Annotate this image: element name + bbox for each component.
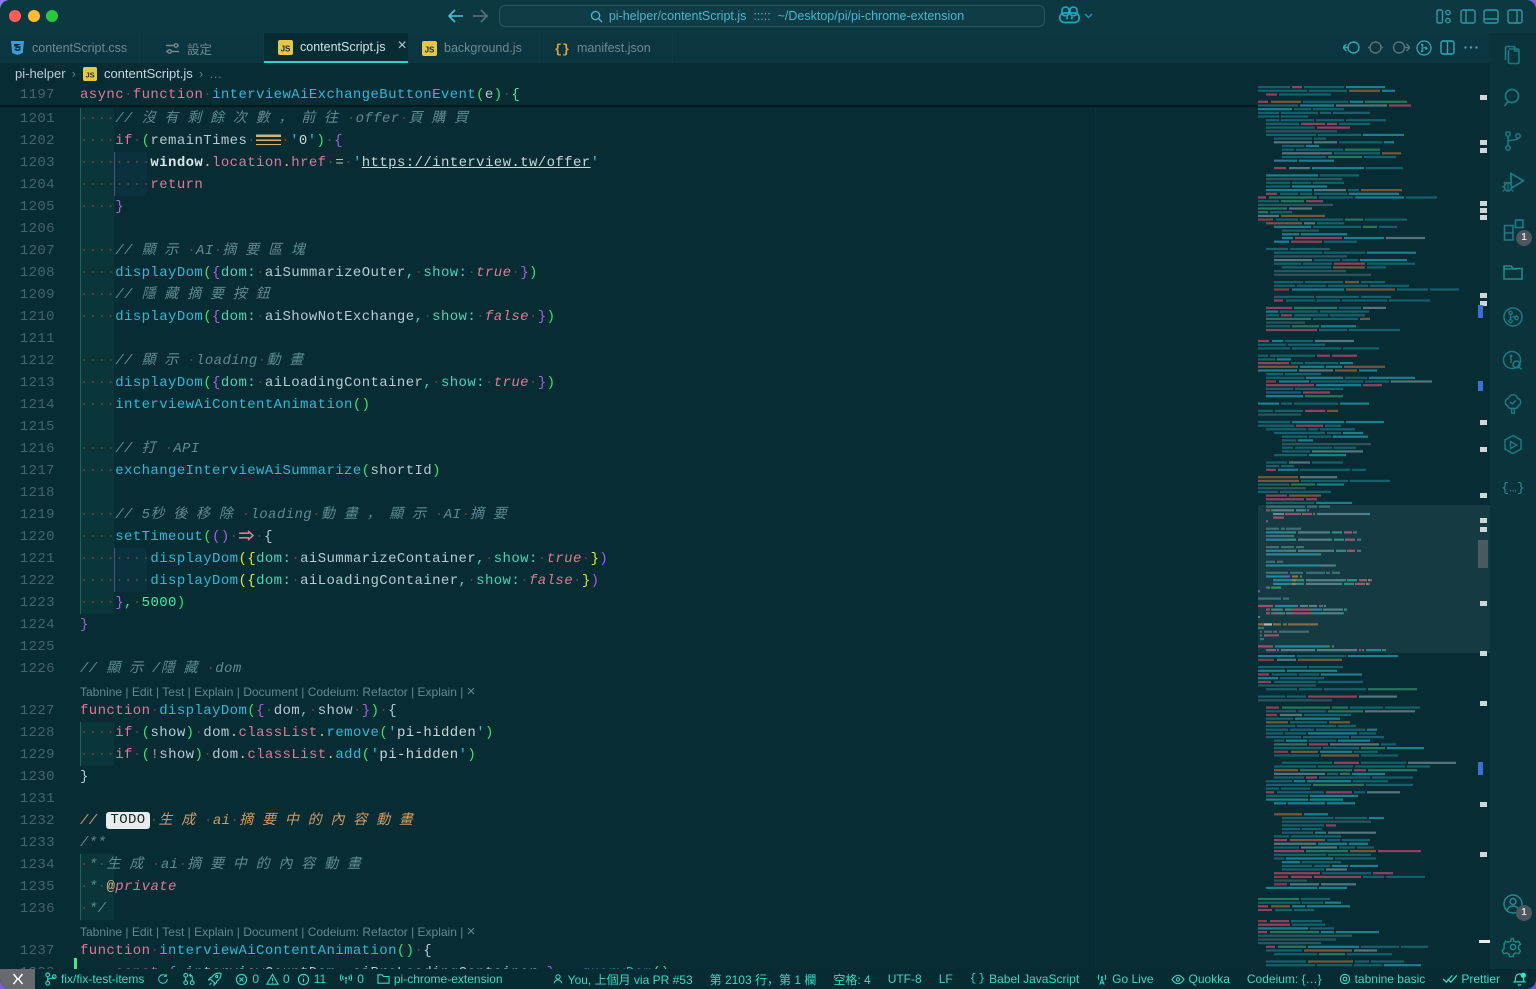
svg-text:JS: JS bbox=[425, 45, 435, 54]
svg-text:JS: JS bbox=[85, 70, 94, 79]
svg-text:{…}: {…} bbox=[1501, 481, 1524, 496]
svg-text:JS: JS bbox=[281, 44, 291, 53]
svg-text:{}: {} bbox=[554, 42, 570, 56]
